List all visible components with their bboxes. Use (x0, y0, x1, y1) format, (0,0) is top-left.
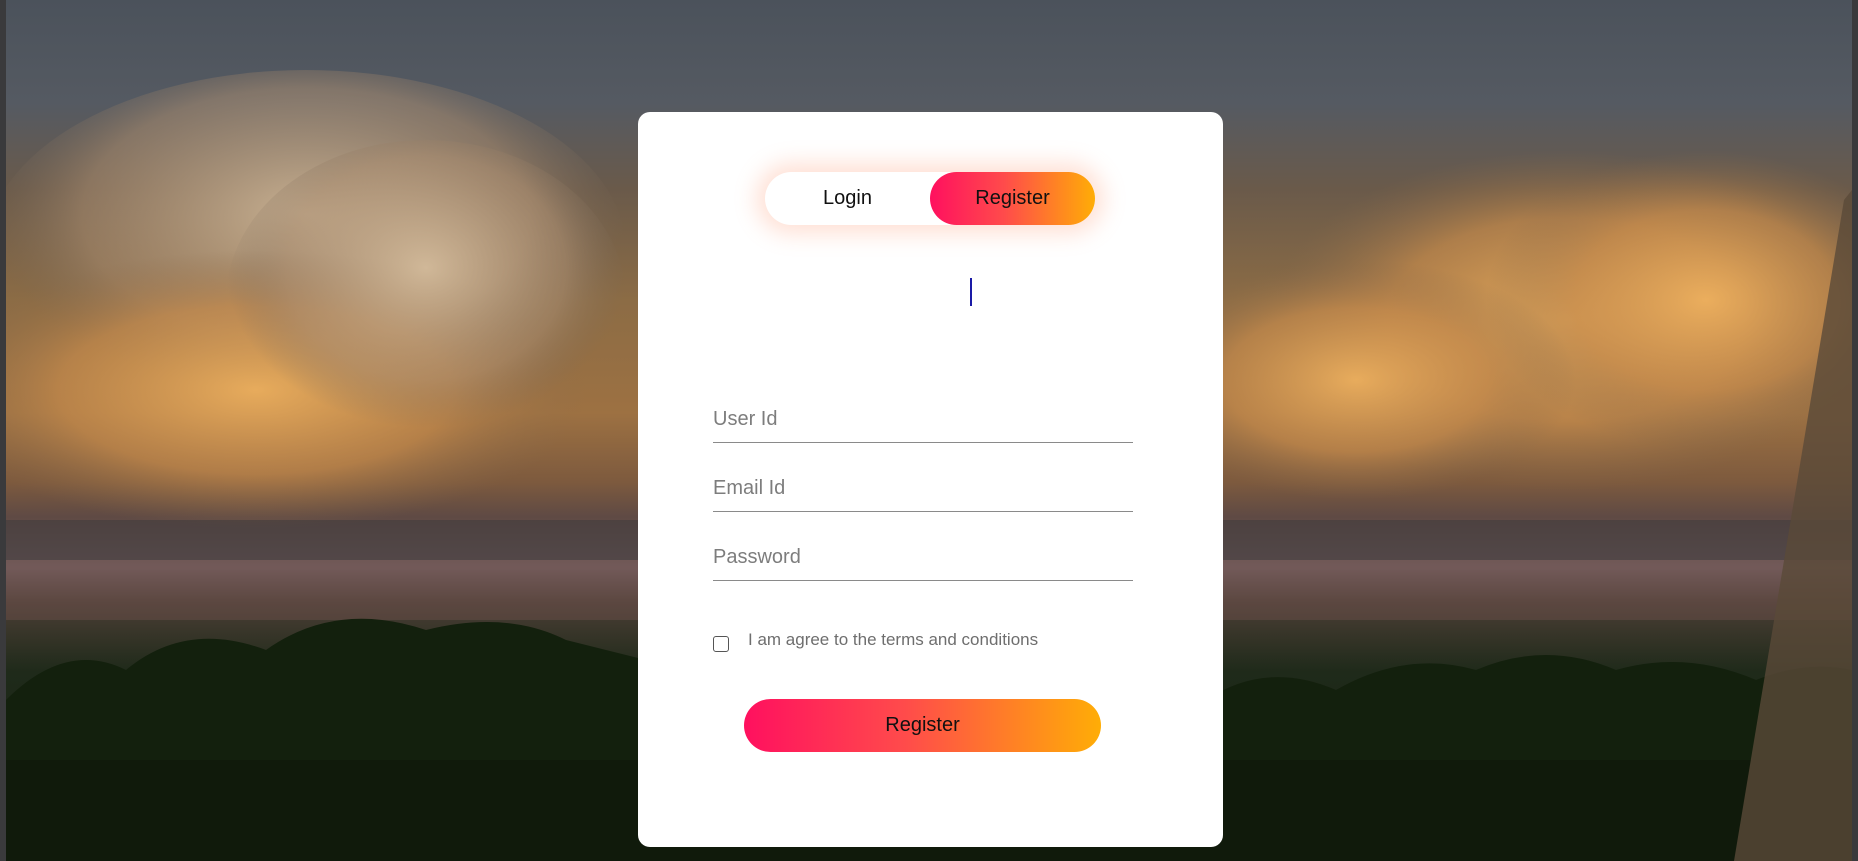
password-input[interactable] (713, 534, 1133, 581)
email-id-input[interactable] (713, 465, 1133, 512)
terms-checkbox[interactable] (713, 636, 729, 652)
page: Login Register I am agree to the terms a… (0, 0, 1858, 861)
login-tab-button[interactable]: Login (765, 172, 930, 225)
auth-card: Login Register I am agree to the terms a… (638, 112, 1223, 847)
user-id-input[interactable] (713, 396, 1133, 443)
register-tab-button[interactable]: Register (930, 172, 1095, 225)
terms-label: I am agree to the terms and conditions (748, 630, 1039, 649)
text-cursor (970, 278, 972, 306)
register-submit-button[interactable]: Register (744, 699, 1101, 752)
login-register-toggle: Login Register (765, 172, 1095, 225)
